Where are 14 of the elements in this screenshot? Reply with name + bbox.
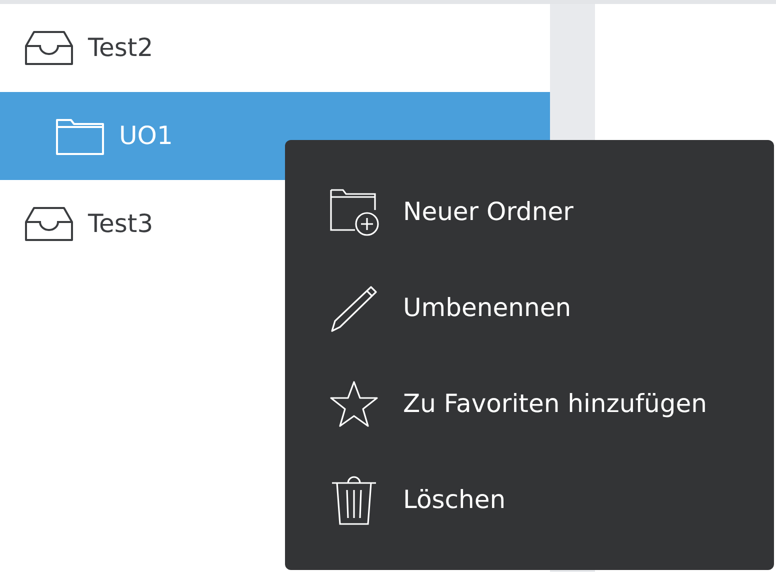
folder-icon (55, 116, 105, 156)
inbox-icon (24, 28, 74, 68)
tree-item-label: Test2 (88, 32, 154, 64)
menu-item[interactable]: Zu Favoriten hinzufügen (329, 356, 707, 452)
new-folder-icon (329, 188, 379, 236)
tree-item-label: Test3 (88, 208, 154, 240)
tree-item-label: UO1 (119, 120, 173, 152)
menu-item[interactable]: Löschen (329, 452, 506, 548)
star-icon (329, 380, 379, 428)
inbox-icon (24, 204, 74, 244)
menu-item[interactable]: Umbenennen (329, 260, 572, 356)
tree-item[interactable]: Test2 (0, 4, 550, 92)
trash-icon (329, 474, 379, 526)
pencil-icon (329, 283, 379, 333)
